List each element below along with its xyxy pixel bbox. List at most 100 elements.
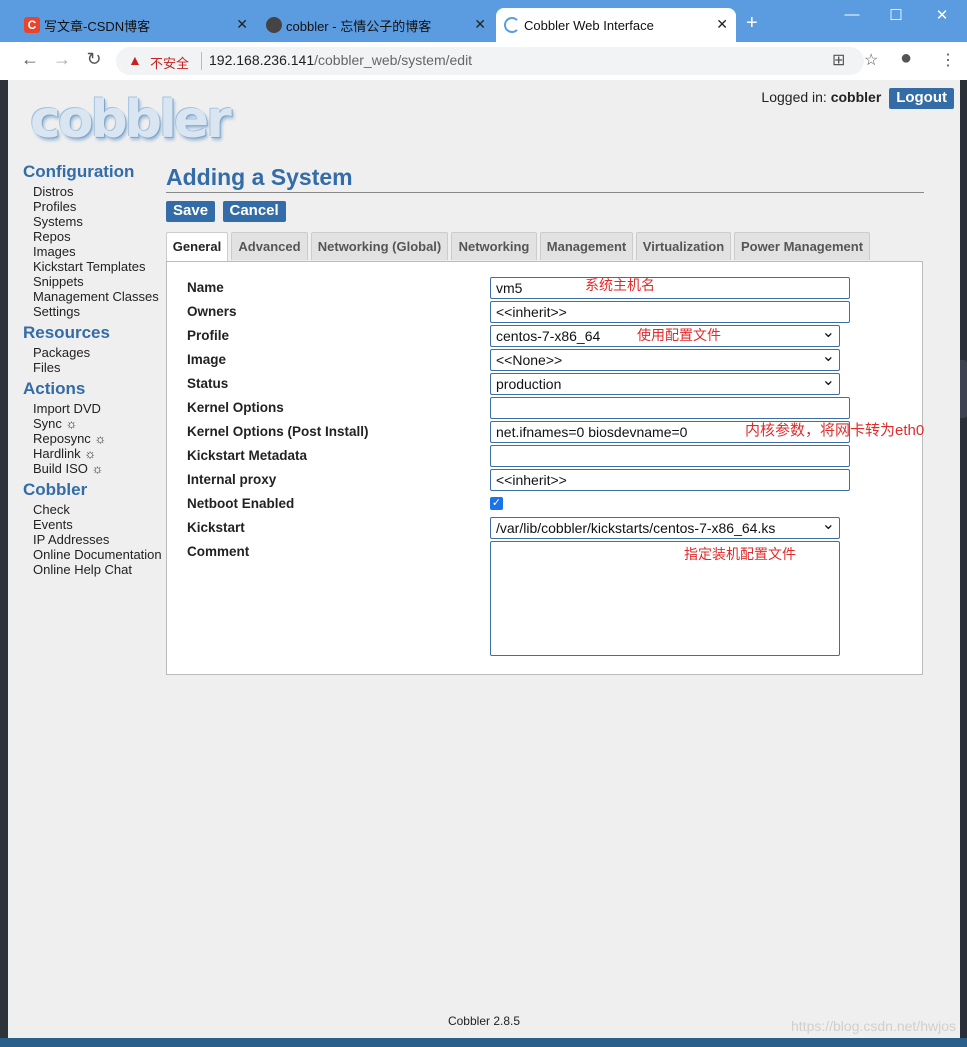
- sidebar-list-cobbler: Check Events IP Addresses Online Documen…: [33, 502, 163, 577]
- sidebar-item-files[interactable]: Files: [33, 360, 163, 375]
- sidebar-item-packages[interactable]: Packages: [33, 345, 163, 360]
- tab-title: Cobbler Web Interface: [524, 17, 654, 33]
- kernel-options-input[interactable]: [490, 397, 850, 419]
- profile-select-value: centos-7-x86_64: [496, 328, 601, 344]
- sidebar-item-images[interactable]: Images: [33, 244, 163, 259]
- sidebar-item-online-documentation[interactable]: Online Documentation: [33, 547, 163, 562]
- sidebar-item-hardlink[interactable]: Hardlink ☼: [33, 446, 163, 461]
- window-close-icon[interactable]: ✕: [932, 6, 952, 24]
- sidebar-heading-actions: Actions: [23, 379, 86, 398]
- sidebar-item-profiles[interactable]: Profiles: [33, 199, 163, 214]
- image-label: Image: [187, 352, 227, 367]
- tab-title: 写文章-CSDN博客: [44, 18, 151, 34]
- username: cobbler: [830, 89, 882, 105]
- browser-tab-cobbler-web[interactable]: Cobbler Web Interface ✕: [496, 8, 736, 42]
- internal-proxy-input[interactable]: <<inherit>>: [490, 469, 850, 491]
- sidebar-item-check[interactable]: Check: [33, 502, 163, 517]
- browser-titlebar: C 写文章-CSDN博客 ✕ cobbler - 忘情公子的博客 ✕ Cobbl…: [0, 0, 967, 42]
- annotation-kickstart: 指定装机配置文件: [684, 546, 796, 562]
- tab-virtualization[interactable]: Virtualization: [636, 232, 731, 260]
- tab-advanced[interactable]: Advanced: [231, 232, 308, 260]
- sidebar-item-build-iso[interactable]: Build ISO ☼: [33, 461, 163, 476]
- tab-management[interactable]: Management: [540, 232, 633, 260]
- general-form-panel: Name vm5 系统主机名 Owners <<inherit>> Profil…: [166, 261, 925, 675]
- kickstart-select-value: /var/lib/cobbler/kickstarts/centos-7-x86…: [496, 520, 776, 536]
- sidebar-heading-resources: Resources: [23, 323, 110, 342]
- netboot-enabled-checkbox[interactable]: ✓: [490, 497, 503, 510]
- sidebar-list-actions: Import DVD Sync ☼ Reposync ☼ Hardlink ☼ …: [33, 401, 163, 476]
- kickstart-label: Kickstart: [187, 520, 245, 535]
- sidebar-item-ip-addresses[interactable]: IP Addresses: [33, 532, 163, 547]
- sidebar-item-online-help-chat[interactable]: Online Help Chat: [33, 562, 163, 577]
- login-status: Logged in: cobbler Logout: [761, 88, 954, 109]
- sidebar-heading-cobbler: Cobbler: [23, 480, 88, 499]
- star-icon[interactable]: ☆: [864, 50, 878, 70]
- sidebar: Configuration Distros Profiles Systems R…: [23, 162, 163, 581]
- kernel-options-post-label: Kernel Options (Post Install): [187, 424, 369, 439]
- tab-general[interactable]: General: [166, 232, 228, 262]
- browser-tab-csdn[interactable]: C 写文章-CSDN博客 ✕: [16, 8, 256, 42]
- page-title: Adding a System: [166, 164, 924, 193]
- insecure-label[interactable]: 不安全: [150, 53, 189, 72]
- sidebar-item-systems[interactable]: Systems: [33, 214, 163, 229]
- save-button[interactable]: Save: [166, 201, 216, 222]
- image-select[interactable]: <<None>>: [490, 349, 840, 371]
- close-icon[interactable]: ✕: [236, 16, 248, 33]
- sidebar-item-settings[interactable]: Settings: [33, 304, 163, 319]
- tab-title: cobbler - 忘情公子的博客: [286, 18, 432, 34]
- sidebar-list-configuration: Distros Profiles Systems Repos Images Ki…: [33, 184, 163, 319]
- name-label: Name: [187, 280, 224, 295]
- name-input[interactable]: vm5: [490, 277, 850, 299]
- internal-proxy-label: Internal proxy: [187, 472, 277, 487]
- profile-icon[interactable]: ●: [900, 47, 912, 70]
- annotation-hostname: 系统主机名: [585, 277, 655, 293]
- owners-input[interactable]: <<inherit>>: [490, 301, 850, 323]
- back-icon[interactable]: ←: [18, 49, 42, 70]
- logout-button[interactable]: Logout: [889, 88, 954, 109]
- sidebar-item-reposync[interactable]: Reposync ☼: [33, 431, 163, 446]
- address-bar[interactable]: ▲ 不安全 192.168.236.141/cobbler_web/system…: [116, 47, 864, 75]
- kickstart-select[interactable]: /var/lib/cobbler/kickstarts/centos-7-x86…: [490, 517, 840, 539]
- annotation-kernel: 内核参数，将网卡转为eth0: [745, 422, 925, 439]
- watermark: https://blog.csdn.net/hwjos: [791, 1018, 956, 1034]
- cancel-button[interactable]: Cancel: [222, 201, 286, 222]
- profile-label: Profile: [187, 328, 230, 343]
- csdn-icon: C: [24, 17, 40, 33]
- image-select-value: <<None>>: [496, 352, 563, 368]
- status-label: Status: [187, 376, 229, 391]
- sidebar-item-import-dvd[interactable]: Import DVD: [33, 401, 163, 416]
- desktop-background: [0, 80, 8, 1047]
- sidebar-item-kickstart-templates[interactable]: Kickstart Templates: [33, 259, 163, 274]
- sidebar-item-sync[interactable]: Sync ☼: [33, 416, 163, 431]
- page-content: cobbler Logged in: cobbler Logout Config…: [8, 80, 960, 1038]
- kickstart-metadata-label: Kickstart Metadata: [187, 448, 308, 463]
- annotation-profile: 使用配置文件: [637, 327, 721, 343]
- tab-networking[interactable]: Networking: [451, 232, 537, 260]
- logged-in-label: Logged in:: [761, 89, 827, 105]
- sidebar-item-events[interactable]: Events: [33, 517, 163, 532]
- status-select-value: production: [496, 376, 562, 392]
- close-icon[interactable]: ✕: [716, 16, 728, 33]
- tab-networking-global[interactable]: Networking (Global): [311, 232, 448, 260]
- status-select[interactable]: production: [490, 373, 840, 395]
- sidebar-item-repos[interactable]: Repos: [33, 229, 163, 244]
- forward-icon[interactable]: →: [50, 49, 74, 70]
- new-tab-button[interactable]: +: [746, 12, 758, 35]
- close-icon[interactable]: ✕: [474, 16, 486, 33]
- translate-icon[interactable]: ⊞: [832, 50, 845, 70]
- tab-power-management[interactable]: Power Management: [734, 232, 870, 260]
- sidebar-item-snippets[interactable]: Snippets: [33, 274, 163, 289]
- divider: [201, 52, 202, 70]
- form-actions: Save Cancel: [166, 201, 924, 222]
- maximize-icon[interactable]: ☐: [886, 6, 906, 24]
- globe-icon: [266, 17, 282, 33]
- menu-icon[interactable]: ⋮: [940, 50, 956, 70]
- reload-icon[interactable]: ↻: [82, 49, 106, 70]
- kickstart-metadata-input[interactable]: [490, 445, 850, 467]
- sidebar-item-distros[interactable]: Distros: [33, 184, 163, 199]
- minimize-icon[interactable]: —: [842, 6, 862, 23]
- browser-tab-cobbler-blog[interactable]: cobbler - 忘情公子的博客 ✕: [258, 8, 494, 42]
- kernel-options-label: Kernel Options: [187, 400, 284, 415]
- sidebar-item-management-classes[interactable]: Management Classes: [33, 289, 163, 304]
- url-path: /cobbler_web/system/edit: [314, 52, 473, 68]
